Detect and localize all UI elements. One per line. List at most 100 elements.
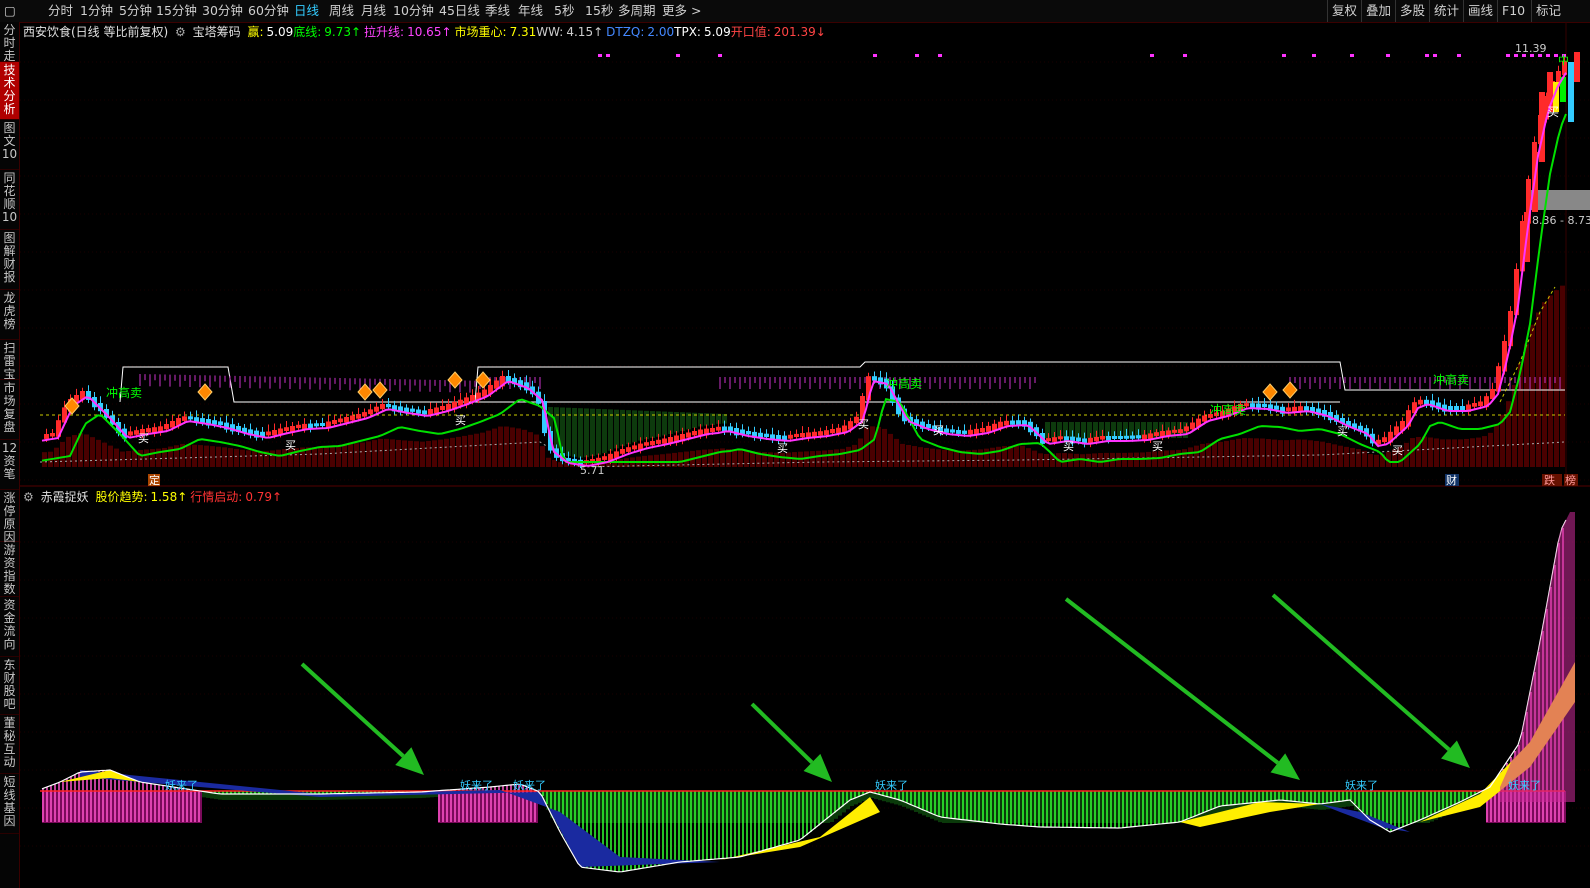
candle: [266, 431, 271, 436]
candle: [344, 417, 349, 423]
period-tab-13[interactable]: 5秒: [554, 0, 574, 22]
period-tab-11[interactable]: 季线: [485, 0, 510, 22]
candle: [374, 406, 379, 412]
period-tab-1[interactable]: 1分钟: [80, 0, 113, 22]
volume-bar: [60, 441, 65, 467]
candle: [962, 430, 967, 434]
period-tab-2[interactable]: 5分钟: [119, 0, 152, 22]
volume-bar: [1008, 445, 1013, 467]
magenta-dot: [1350, 54, 1354, 57]
period-tab-12[interactable]: 年线: [518, 0, 543, 22]
period-tab-5[interactable]: 60分钟: [248, 0, 289, 22]
period-tab-6[interactable]: 日线: [294, 0, 319, 22]
tool-tab-4[interactable]: 画线: [1463, 0, 1493, 22]
sub-signal-4: 妖来了: [1345, 778, 1378, 792]
tool-tab-2[interactable]: 多股: [1395, 0, 1425, 22]
tool-tab-0[interactable]: 复权: [1327, 0, 1357, 22]
period-tab-14[interactable]: 15秒: [585, 0, 613, 22]
sidebar-item-9[interactable]: 涨停原因: [0, 490, 19, 544]
period-tab-9[interactable]: 10分钟: [393, 0, 434, 22]
sidebar-item-12[interactable]: 东财股吧: [0, 657, 19, 715]
sidebar-item-13[interactable]: 董秘互动: [0, 715, 19, 774]
sidebar-item-11[interactable]: 资金流向: [0, 597, 19, 657]
green-zone-bar: [608, 409, 613, 451]
volume-bar: [1284, 440, 1289, 467]
candle: [1046, 438, 1051, 442]
finance-badge-label: 财: [1446, 473, 1457, 487]
sidebar-item-4[interactable]: 图解财报: [0, 230, 19, 290]
period-tab-7[interactable]: 周线: [329, 0, 354, 22]
sidebar-item-14[interactable]: 短线基因: [0, 774, 19, 834]
candle: [818, 431, 823, 436]
candle: [1094, 436, 1099, 442]
volume-bar: [828, 449, 833, 467]
sidebar-item-6[interactable]: 扫雷宝: [0, 340, 19, 381]
volume-bar: [924, 447, 929, 467]
sidebar-item-1[interactable]: 技术分析: [0, 62, 19, 120]
volume-bar: [1368, 454, 1373, 467]
volume-bar: [1356, 449, 1361, 467]
candle: [314, 423, 319, 427]
tool-tab-1[interactable]: 叠加: [1361, 0, 1391, 22]
period-tab-8[interactable]: 月线: [361, 0, 386, 22]
volume-bar: [498, 426, 503, 467]
volume-bar: [1044, 453, 1049, 467]
tool-tab-5[interactable]: F10: [1497, 0, 1525, 22]
buy-signal-5: 买: [933, 424, 944, 437]
candle: [812, 431, 817, 437]
price-range-box: [1530, 190, 1590, 210]
candle: [650, 441, 655, 446]
mid-signal: 中: [1558, 54, 1569, 67]
volume-bar: [870, 426, 875, 467]
volume-bar: [834, 449, 839, 467]
period-tab-15[interactable]: 多周期: [618, 0, 656, 22]
sidebar-item-5[interactable]: 龙虎榜: [0, 290, 19, 340]
sidebar-item-10[interactable]: 游资指数: [0, 542, 19, 597]
sidebar-item-8[interactable]: 12资笔: [0, 440, 19, 490]
sidebar-item-7[interactable]: 市场复盘: [0, 380, 19, 440]
period-tab-10[interactable]: 45日线: [439, 0, 480, 22]
sub-signal-0: 妖来了: [165, 778, 198, 792]
candle: [956, 430, 961, 434]
period-tab-4[interactable]: 30分钟: [202, 0, 243, 22]
candle: [1472, 403, 1477, 407]
volume-bar: [516, 428, 521, 467]
sidebar-item-2[interactable]: 图文10: [0, 120, 19, 170]
volume-bar: [318, 447, 323, 467]
volume-bar: [822, 450, 827, 467]
green-zone-bar: [1081, 422, 1086, 438]
sidebar-item-3[interactable]: 同花顺10: [0, 170, 19, 230]
volume-bar: [936, 449, 941, 467]
volume-bar: [1272, 439, 1277, 467]
volume-bar: [1062, 453, 1067, 467]
magenta-dot: [1386, 54, 1390, 57]
candle: [50, 433, 55, 437]
candle: [1478, 401, 1483, 407]
candle: [800, 433, 805, 438]
period-tab-16[interactable]: 更多 >: [662, 0, 701, 22]
tool-tab-6[interactable]: 标记: [1531, 0, 1561, 22]
period-toolbar: ▢ 分时 1分钟 5分钟 15分钟 30分钟 60分钟 日线 周线 月线 10分钟 45日线 季线 年线 5…: [0, 0, 1590, 23]
candle: [1286, 407, 1291, 412]
buy-signal-2: 买: [455, 414, 466, 427]
volume-bar: [504, 426, 509, 467]
volume-bar: [1212, 442, 1217, 467]
magenta-dot: [1546, 54, 1550, 57]
window-icon[interactable]: ▢: [4, 0, 16, 22]
volume-bar: [732, 449, 737, 467]
magenta-dot: [1312, 54, 1316, 57]
volume-bar: [1452, 439, 1457, 467]
volume-bar: [102, 442, 107, 467]
volume-bar: [984, 448, 989, 467]
main-chart[interactable]: 8.36 - 8.7311.395.71冲高卖冲高卖冲高卖冲高卖买买买买买 买买买…: [20, 22, 1590, 888]
sidebar-item-0[interactable]: 分时走势: [0, 22, 19, 76]
candle: [44, 434, 49, 439]
period-tab-3[interactable]: 15分钟: [156, 0, 197, 22]
tool-tab-3[interactable]: 统计: [1429, 0, 1459, 22]
candle: [1184, 426, 1189, 432]
trend-arrow-head-2: [1270, 753, 1300, 780]
volume-bar: [1314, 440, 1319, 467]
volume-bar: [780, 452, 785, 467]
candle: [746, 431, 751, 435]
period-tab-0[interactable]: 分时: [48, 0, 73, 22]
